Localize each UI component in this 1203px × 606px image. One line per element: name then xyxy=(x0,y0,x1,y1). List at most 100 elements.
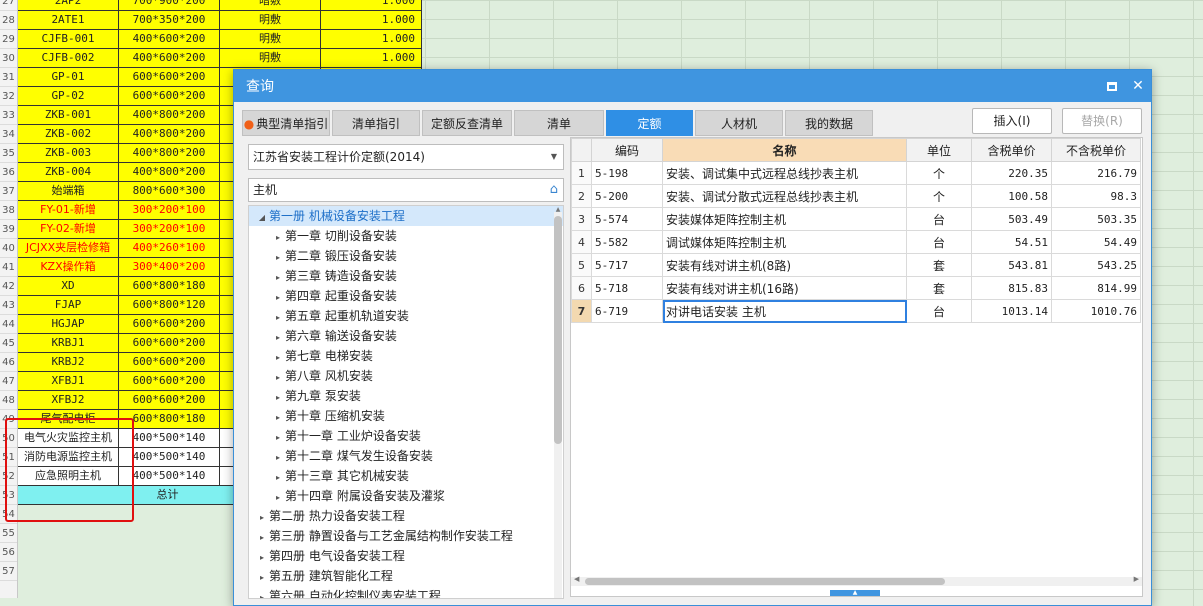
grid-hscrollbar[interactable]: ◀ ▶ xyxy=(571,575,1142,586)
sheet-cell[interactable]: 400*800*200 xyxy=(119,125,220,144)
sheet-cell[interactable]: 400*600*200 xyxy=(119,49,220,68)
sheet-cell[interactable]: XFBJ2 xyxy=(18,391,119,410)
collapsed-arrow-icon[interactable]: ▸ xyxy=(271,388,285,408)
sheet-cell[interactable]: CJFB-002 xyxy=(18,49,119,68)
collapsed-arrow-icon[interactable]: ▸ xyxy=(271,488,285,508)
tree-chapter-node[interactable]: ▸ 第五章 起重机轨道安装 xyxy=(249,306,563,326)
tab-quota[interactable]: 定额 xyxy=(606,110,693,136)
dialog-titlebar[interactable]: 查询 ✕ xyxy=(234,70,1151,102)
sheet-cell[interactable]: FY-02-新增 xyxy=(18,220,119,239)
table-row[interactable]: 3 5-574 安装媒体矩阵控制主机台 503.49 503.35 xyxy=(571,207,1141,231)
sheet-cell[interactable]: 明敷 xyxy=(220,11,321,30)
cell-unit[interactable]: 台 xyxy=(906,230,972,254)
quota-library-select[interactable]: 江苏省安装工程计价定额(2014) ▼ xyxy=(248,144,564,170)
sheet-cell[interactable]: 600*800*180 xyxy=(119,410,220,429)
row-number[interactable]: 43 xyxy=(0,296,17,315)
sheet-cell[interactable]: 400*800*200 xyxy=(119,163,220,182)
collapsed-arrow-icon[interactable]: ▸ xyxy=(255,528,269,548)
col-code-header[interactable]: 编码 xyxy=(591,138,663,162)
scrollbar-thumb[interactable] xyxy=(554,216,562,444)
sheet-cell[interactable]: FY-01-新增 xyxy=(18,201,119,220)
sheet-cell[interactable]: 300*200*100 xyxy=(119,201,220,220)
cell-idx[interactable]: 6 xyxy=(571,276,592,300)
collapsed-arrow-icon[interactable]: ▸ xyxy=(271,368,285,388)
sheet-cell[interactable]: 600*600*200 xyxy=(119,68,220,87)
sheet-cell[interactable]: GP-01 xyxy=(18,68,119,87)
sheet-cell[interactable]: 600*600*200 xyxy=(119,353,220,372)
table-row[interactable]: 6 5-718 安装有线对讲主机(16路) 套 815.83 814.99 xyxy=(571,276,1141,300)
cell-tax-price[interactable]: 815.83 xyxy=(971,276,1052,300)
table-row[interactable]: 2 5-200 安装、调试分散式远程总线抄表主机个 100.58 98.3 xyxy=(571,184,1141,208)
sheet-cell[interactable]: 600*800*120 xyxy=(119,296,220,315)
sheet-cell[interactable]: 2ATE1 xyxy=(18,11,119,30)
cell-tax-price[interactable]: 220.35 xyxy=(971,161,1052,185)
row-number[interactable]: 47 xyxy=(0,372,17,391)
tab-list[interactable]: 清单 xyxy=(514,110,604,136)
sheet-cell[interactable]: ZKB-002 xyxy=(18,125,119,144)
cell-name[interactable]: 安装、调试分散式远程总线抄表主机 xyxy=(662,184,907,208)
close-button[interactable]: ✕ xyxy=(1125,70,1151,102)
row-number[interactable]: 56 xyxy=(0,543,17,562)
cell-unit[interactable]: 个 xyxy=(906,184,972,208)
cell-code[interactable]: 5-574 xyxy=(591,207,663,231)
tree-volume-node[interactable]: ▸ 第三册 静置设备与工艺金属结构制作安装工程 xyxy=(249,526,563,546)
tree-chapter-node[interactable]: ▸ 第二章 锻压设备安装 xyxy=(249,246,563,266)
sheet-cell[interactable]: FJAP xyxy=(18,296,119,315)
row-number[interactable]: 37 xyxy=(0,182,17,201)
row-number[interactable]: 39 xyxy=(0,220,17,239)
row-number[interactable]: 40 xyxy=(0,239,17,258)
cell-tax-price[interactable]: 54.51 xyxy=(971,230,1052,254)
sheet-cell[interactable]: HGJAP xyxy=(18,315,119,334)
collapsed-arrow-icon[interactable]: ▸ xyxy=(255,508,269,528)
col-tax-price-header[interactable]: 含税单价 xyxy=(971,138,1052,162)
cell-tax-price[interactable]: 543.81 xyxy=(971,253,1052,277)
tree-volume-node[interactable]: ▸ 第二册 热力设备安装工程 xyxy=(249,506,563,526)
collapsed-arrow-icon[interactable]: ▸ xyxy=(271,428,285,448)
sheet-cell[interactable]: 600*600*200 xyxy=(119,87,220,106)
collapsed-arrow-icon[interactable]: ▸ xyxy=(271,248,285,268)
cell-unit[interactable]: 台 xyxy=(906,207,972,231)
collapsed-arrow-icon[interactable]: ▸ xyxy=(271,308,285,328)
cell-unit[interactable]: 套 xyxy=(906,276,972,300)
insert-button[interactable]: 插入(I) xyxy=(972,108,1052,134)
sheet-cell[interactable]: 800*600*300 xyxy=(119,182,220,201)
tree-chapter-node[interactable]: ▸ 第四章 起重设备安装 xyxy=(249,286,563,306)
table-row[interactable]: 7 6-719 对讲电话安装 主机台 1013.14 1010.76 xyxy=(571,299,1141,323)
row-number[interactable]: 32 xyxy=(0,87,17,106)
sheet-cell[interactable]: 400*600*200 xyxy=(119,30,220,49)
cell-idx[interactable]: 1 xyxy=(571,161,592,185)
tree-chapter-node[interactable]: ▸ 第十三章 其它机械安装 xyxy=(249,466,563,486)
row-number[interactable]: 36 xyxy=(0,163,17,182)
sheet-cell[interactable]: 1.000 xyxy=(321,11,422,30)
cell-notax-price[interactable]: 814.99 xyxy=(1051,276,1141,300)
sheet-cell[interactable]: 400*500*140 xyxy=(119,429,220,448)
cell-tax-price[interactable]: 503.49 xyxy=(971,207,1052,231)
sheet-cell[interactable]: 2AP2 xyxy=(18,0,119,11)
collapse-handle[interactable]: ▲ xyxy=(830,590,880,596)
col-notax-price-header[interactable]: 不含税单价 xyxy=(1051,138,1141,162)
expanded-arrow-icon[interactable]: ◢ xyxy=(255,208,269,228)
collapsed-arrow-icon[interactable]: ▸ xyxy=(271,268,285,288)
cell-name[interactable]: 安装有线对讲主机(8路) xyxy=(662,253,907,277)
tree-chapter-node[interactable]: ▸ 第十章 压缩机安装 xyxy=(249,406,563,426)
replace-button[interactable]: 替换(R) xyxy=(1062,108,1142,134)
tree-volume-node[interactable]: ▸ 第五册 建筑智能化工程 xyxy=(249,566,563,586)
sheet-cell[interactable]: 300*200*100 xyxy=(119,220,220,239)
tab-materials[interactable]: 人材机 xyxy=(695,110,783,136)
cell-code[interactable]: 5-717 xyxy=(591,253,663,277)
tree-chapter-node[interactable]: ▸ 第八章 风机安装 xyxy=(249,366,563,386)
cell-idx[interactable]: 5 xyxy=(571,253,592,277)
sheet-cell[interactable]: KRBJ2 xyxy=(18,353,119,372)
row-number[interactable]: 48 xyxy=(0,391,17,410)
tree-volume-node[interactable]: ▸ 第四册 电气设备安装工程 xyxy=(249,546,563,566)
cell-notax-price[interactable]: 98.3 xyxy=(1051,184,1141,208)
sheet-cell[interactable]: KZX操作箱 xyxy=(18,258,119,277)
sheet-cell[interactable]: 1.000 xyxy=(321,49,422,68)
tree-chapter-node[interactable]: ▸ 第一章 切削设备安装 xyxy=(249,226,563,246)
sheet-cell[interactable]: 600*800*180 xyxy=(119,277,220,296)
cell-code[interactable]: 5-198 xyxy=(591,161,663,185)
tree-chapter-node[interactable]: ▸ 第三章 铸造设备安装 xyxy=(249,266,563,286)
search-input[interactable]: 主机 ⌂ xyxy=(248,178,564,202)
sheet-cell[interactable]: GP-02 xyxy=(18,87,119,106)
sheet-cell[interactable]: 700*350*200 xyxy=(119,11,220,30)
